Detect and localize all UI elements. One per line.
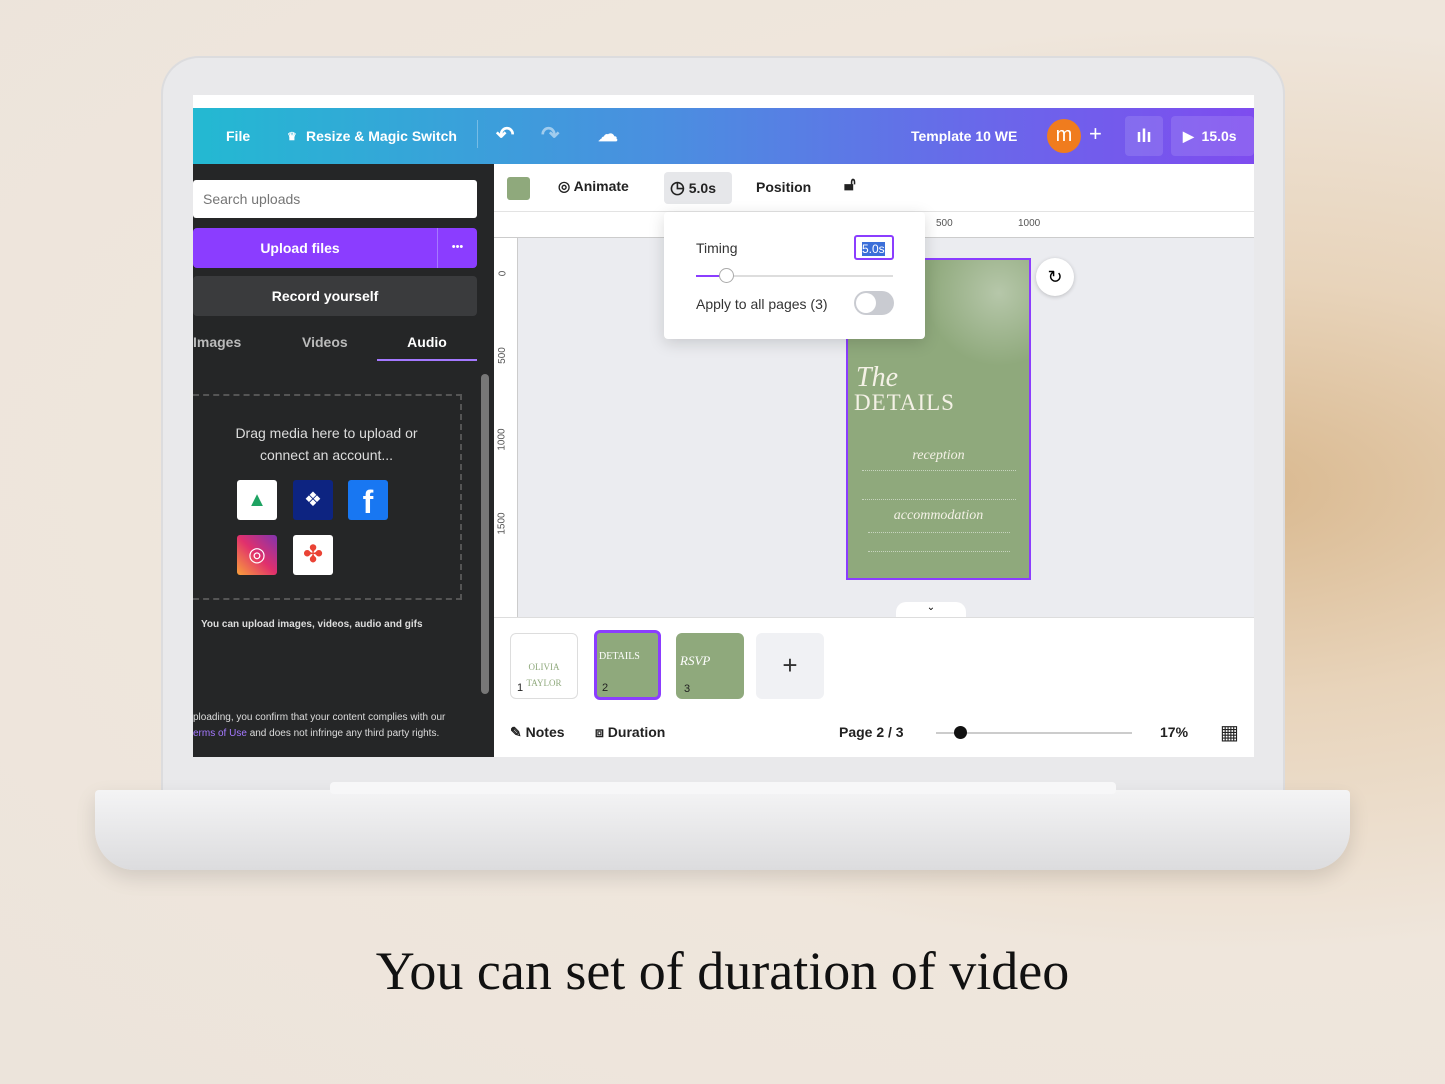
page-thumbnail-2[interactable]: DETAILS 2 — [594, 630, 661, 700]
notes-label: Notes — [525, 724, 565, 740]
animate-icon: ◎ — [558, 178, 571, 194]
play-button[interactable]: ▶ 15.0s — [1171, 116, 1254, 156]
more-options-button[interactable]: ••• — [437, 228, 477, 268]
page-indicator[interactable]: Page 2 / 3 — [839, 724, 904, 740]
redo-icon[interactable]: ↷ — [541, 122, 559, 148]
ruler-label: 1000 — [1018, 218, 1041, 229]
duration-footer-button[interactable]: ⧈ Duration — [595, 724, 665, 741]
floral-decoration — [929, 260, 1029, 370]
timing-label: Timing — [696, 240, 738, 256]
timing-popup: Timing 5.0s Apply to all pages (3) — [664, 212, 925, 339]
page-number: 3 — [684, 683, 691, 695]
upload-label: Upload files — [260, 240, 340, 256]
design-title[interactable]: Template 10 WE — [911, 128, 1017, 144]
zoom-level[interactable]: 17% — [1160, 724, 1188, 740]
ruler-label: 1000 — [496, 428, 508, 451]
google-drive-icon[interactable]: ▲ — [237, 480, 277, 520]
zoom-slider-thumb[interactable] — [954, 726, 967, 739]
regenerate-icon[interactable]: ↻ — [1036, 258, 1074, 296]
cloud-saved-icon[interactable]: ☁ — [598, 122, 618, 147]
timing-slider-thumb[interactable] — [719, 268, 734, 283]
drop-text: connect an account... — [259, 447, 394, 463]
upload-hint: You can upload images, videos, audio and… — [201, 619, 423, 630]
insights-icon[interactable]: ılı — [1125, 116, 1163, 156]
caption: You can set of duration of video — [375, 941, 1070, 1001]
resize-button[interactable]: Resize & Magic Switch — [306, 128, 457, 144]
thumb-text: RSVP — [680, 653, 711, 668]
page-thumbnail-3[interactable]: RSVP 3 — [676, 633, 744, 699]
play-duration: 15.0s — [1201, 128, 1237, 144]
page-thumbnail-1[interactable]: OLIVIA TAYLOR 1 — [510, 633, 578, 699]
drop-zone[interactable]: Drag media here to upload or connect an … — [193, 394, 462, 600]
animate-button[interactable]: ◎ Animate — [558, 178, 629, 195]
design-body-text — [868, 532, 1010, 552]
notes-button[interactable]: ✎ Notes — [510, 724, 565, 741]
clock-icon: ◷ — [670, 178, 685, 197]
record-yourself-button[interactable]: Record yourself — [193, 276, 477, 316]
undo-icon[interactable]: ↶ — [496, 122, 514, 148]
search-uploads-input[interactable] — [193, 180, 477, 218]
color-swatch[interactable] — [507, 177, 530, 200]
facebook-icon[interactable]: f — [348, 480, 388, 520]
add-collaborator-button[interactable]: + — [1089, 121, 1102, 147]
header-bar: File ♛ Resize & Magic Switch ↶ ↷ ☁ Templ… — [193, 108, 1254, 164]
duration-label: 5.0s — [688, 180, 716, 196]
pages-strip: OLIVIA TAYLOR 1 DETAILS 2 RSVP 3 + ✎ Note… — [494, 617, 1254, 757]
dropbox-icon[interactable]: ❖ — [293, 480, 333, 520]
toggle-knob — [856, 293, 876, 313]
expand-pages-chevron-icon[interactable]: ⌄ — [896, 602, 966, 617]
legal-line: ploading, you confirm that your content … — [193, 712, 446, 723]
google-photos-icon[interactable]: ✤ — [293, 535, 333, 575]
timing-input[interactable]: 5.0s — [854, 235, 894, 260]
drop-text: Drag media here to upload or — [235, 425, 418, 441]
grid-view-icon[interactable]: ▦ — [1220, 720, 1239, 745]
instagram-icon[interactable]: ◎ — [237, 535, 277, 575]
thumb-text: DETAILS — [599, 651, 640, 662]
duration-button[interactable]: ◷ 5.0s — [664, 172, 732, 204]
laptop-base — [95, 790, 1350, 870]
legal-text: ploading, you confirm that your content … — [193, 710, 483, 742]
editor-toolbar: ◎ Animate ◷ 5.0s Position 🔓︎ — [494, 164, 1254, 212]
uploads-panel: Upload files ••• Record yourself Images … — [193, 164, 506, 757]
design-heading[interactable]: accommodation — [848, 508, 1029, 524]
ruler-label: 1500 — [496, 512, 508, 535]
terms-of-use-link[interactable]: erms of Use — [193, 728, 247, 739]
file-menu[interactable]: File — [226, 128, 250, 144]
play-box-icon: ⧈ — [595, 724, 604, 740]
ruler-label: 0 — [497, 270, 509, 277]
avatar[interactable]: m — [1047, 119, 1081, 153]
duration-footer-label: Duration — [607, 724, 666, 740]
thumb-text: OLIVIA — [528, 662, 560, 672]
left-ruler: 0 500 1000 1500 — [494, 238, 518, 617]
design-body-text — [862, 470, 1016, 500]
tab-videos[interactable]: Videos — [302, 334, 348, 350]
add-page-button[interactable]: + — [756, 633, 824, 699]
position-button[interactable]: Position — [756, 179, 811, 195]
page-number: 2 — [602, 682, 609, 694]
crown-icon: ♛ — [287, 131, 297, 143]
laptop-notch — [330, 782, 1116, 794]
tab-audio[interactable]: Audio — [377, 334, 477, 361]
unlock-icon[interactable]: 🔓︎ — [844, 174, 856, 195]
apply-all-toggle[interactable] — [854, 291, 894, 315]
timing-value: 5.0s — [862, 242, 885, 256]
apply-all-label: Apply to all pages (3) — [696, 296, 828, 312]
animate-label: Animate — [573, 178, 629, 194]
ruler-label: 500 — [496, 347, 508, 364]
ruler-label: 500 — [936, 218, 953, 229]
tab-images[interactable]: Images — [193, 334, 241, 350]
divider — [477, 120, 478, 148]
upload-files-button[interactable]: Upload files — [193, 228, 477, 268]
page-number: 1 — [517, 682, 524, 694]
design-title-text[interactable]: DETAILS — [854, 390, 955, 416]
design-heading[interactable]: reception — [848, 448, 1029, 464]
canva-editor: File ♛ Resize & Magic Switch ↶ ↷ ☁ Templ… — [193, 95, 1254, 757]
scrollbar[interactable] — [481, 374, 489, 694]
legal-line: and does not infringe any third party ri… — [249, 728, 440, 739]
notes-icon: ✎ — [510, 724, 522, 740]
